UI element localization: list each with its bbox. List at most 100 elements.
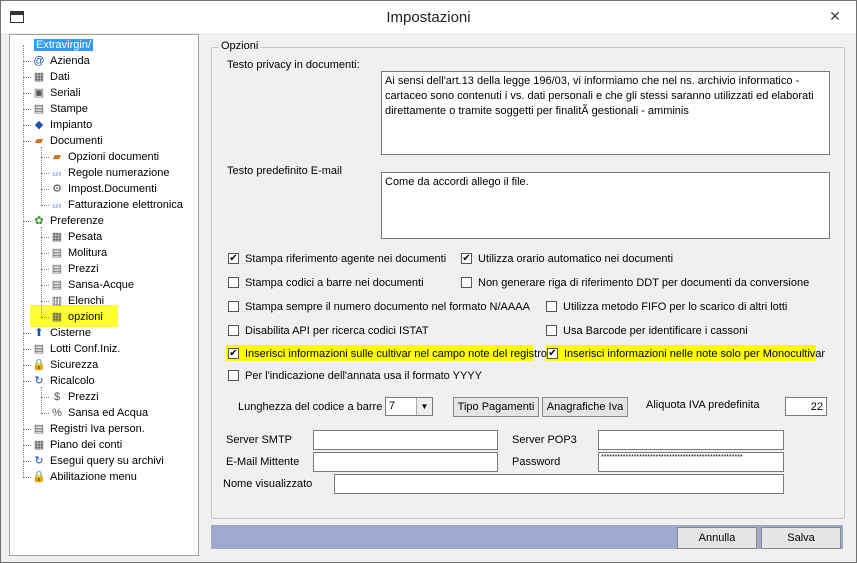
percent-icon: % — [52, 407, 62, 419]
option-checkbox-label: Stampa codici a barre nei documenti — [245, 277, 424, 289]
tree-item-label: opzioni — [68, 311, 103, 323]
tree-line — [41, 227, 42, 317]
tree-line — [23, 365, 31, 366]
checkbox-box — [228, 301, 239, 312]
option-checkbox-label: Stampa riferimento agente nei documenti — [245, 253, 447, 265]
tree-line — [23, 109, 31, 110]
checkmark-icon: ✔ — [228, 253, 239, 264]
cancel-button[interactable]: Annulla — [677, 527, 757, 549]
tree-item-label: Seriali — [50, 87, 81, 99]
checkbox-box — [461, 277, 472, 288]
password-field[interactable]: ****************************************… — [598, 452, 784, 472]
tree-line — [23, 381, 31, 382]
email-label: Testo predefinito E-mail — [227, 165, 342, 177]
barcode-length-label: Lunghezza del codice a barre — [238, 401, 383, 413]
tree-line — [41, 173, 49, 174]
tree-item-label: Pesata — [68, 231, 103, 243]
tree-item-label: Sicurezza — [50, 359, 99, 371]
privacy-textarea[interactable]: Ai sensi dell'art.13 della legge 196/03,… — [381, 71, 830, 155]
numbering-icon: ₁₂₃ — [52, 168, 62, 177]
doc-icon: ▤ — [51, 263, 63, 275]
privacy-label: Testo privacy in documenti: — [227, 59, 360, 71]
tree-line — [41, 157, 49, 158]
display-name-label: Nome visualizzato — [223, 478, 313, 490]
doc-icon: ▤ — [51, 247, 63, 259]
tree-item-label: Regole numerazione — [68, 167, 170, 179]
tipo-pagamenti-button[interactable]: Tipo Pagamenti — [453, 397, 539, 417]
tree-line — [41, 387, 42, 413]
tree-item-label: Lotti Conf.Iniz. — [50, 343, 121, 355]
smtp-label: Server SMTP — [226, 434, 293, 446]
lock-icon: 🔒 — [32, 471, 46, 483]
tank-icon: ⬆ — [34, 327, 44, 339]
tree-line — [41, 205, 49, 206]
checkbox-box — [546, 301, 557, 312]
save-button[interactable]: Salva — [761, 527, 841, 549]
at-icon: @ — [33, 55, 45, 67]
grid-icon: ▦ — [33, 439, 45, 451]
option-checkbox-label: Utilizza orario automatico nei documenti — [478, 253, 674, 265]
tree-root-label: Extravirgin/ — [34, 39, 94, 51]
checkbox-box — [546, 325, 557, 336]
checkmark-icon: ✔ — [461, 253, 472, 264]
seriali-icon: ▣ — [33, 87, 45, 99]
chevron-down-icon: ▼ — [416, 398, 432, 415]
option-checkbox-label: Disabilita API per ricerca codici ISTAT — [245, 325, 429, 337]
tree-item-label: Cisterne — [50, 327, 91, 339]
preferences-icon: ✿ — [34, 215, 44, 227]
tree-line — [41, 317, 49, 318]
tree-line — [41, 189, 49, 190]
checkbox-box — [228, 325, 239, 336]
tree-line — [23, 349, 31, 350]
tree-line — [23, 333, 31, 334]
tree-line — [23, 141, 31, 142]
tree-item-label: Preferenze — [50, 215, 104, 227]
pop3-field[interactable] — [598, 430, 784, 450]
list-icon: ▥ — [51, 295, 63, 307]
folder-icon: ▰ — [34, 135, 44, 147]
tree-item-label: Piano dei conti — [50, 439, 123, 451]
display-name-field[interactable] — [334, 474, 784, 494]
tree-line — [23, 61, 31, 62]
tree-line — [41, 285, 49, 286]
tree-item-label: Fatturazione elettronica — [68, 199, 183, 211]
barcode-length-select[interactable]: 7 ▼ — [385, 397, 433, 416]
tree-line — [41, 147, 42, 205]
checkbox-box — [228, 277, 239, 288]
tree-line — [23, 461, 31, 462]
tree-item-label: Stampe — [50, 103, 88, 115]
tree-line — [23, 93, 31, 94]
tree-item-label: Sansa ed Acqua — [68, 407, 149, 419]
tree-line — [23, 221, 31, 222]
email-textarea[interactable]: Come da accordi allego il file. — [381, 172, 830, 239]
tree-line — [41, 237, 49, 238]
tree-item-label: Registri Iva person. — [50, 423, 145, 435]
settings-tree: Extravirgin/ @ Azienda ▦ Dati ▣ Seriali ▤ Stamp… — [9, 34, 199, 556]
money-icon: $ — [53, 391, 61, 403]
smtp-field[interactable] — [313, 430, 498, 450]
checkbox-box — [228, 370, 239, 381]
checkmark-icon: ✔ — [228, 348, 239, 359]
settings-doc-icon: ⚙ — [52, 183, 62, 195]
tree-line — [41, 253, 49, 254]
printer-icon: ▤ — [33, 103, 45, 115]
option-checkbox-label: Utilizza metodo FIFO per lo scarico di a… — [563, 301, 788, 313]
anagrafiche-iva-button[interactable]: Anagrafiche Iva — [542, 397, 628, 417]
option-checkbox-label: Per l'indicazione dell'annata usa il for… — [245, 370, 482, 382]
tree-item-label: Molitura — [68, 247, 108, 259]
tree-line — [23, 125, 31, 126]
folder-icon: ▰ — [52, 151, 62, 163]
tree-line — [41, 397, 49, 398]
aliquota-field[interactable]: 22 — [785, 397, 827, 416]
grid-icon: ▦ — [51, 311, 63, 323]
tree-item-label: Impost.Documenti — [68, 183, 157, 195]
tree-root[interactable]: Extravirgin/ — [34, 37, 94, 53]
tree-item-label: Esegui query su archivi — [50, 455, 164, 467]
refresh-icon: ↻ — [34, 455, 44, 467]
tree-line — [23, 477, 31, 478]
close-button[interactable]: ✕ — [822, 5, 848, 27]
option-checkbox-label: Non generare riga di riferimento DDT per… — [478, 277, 810, 289]
settings-window: Impostazioni ✕ Extravirgin/ @ Azienda ▦ Dat… — [0, 0, 857, 563]
password-label: Password — [512, 456, 561, 468]
mittente-field[interactable] — [313, 452, 498, 472]
